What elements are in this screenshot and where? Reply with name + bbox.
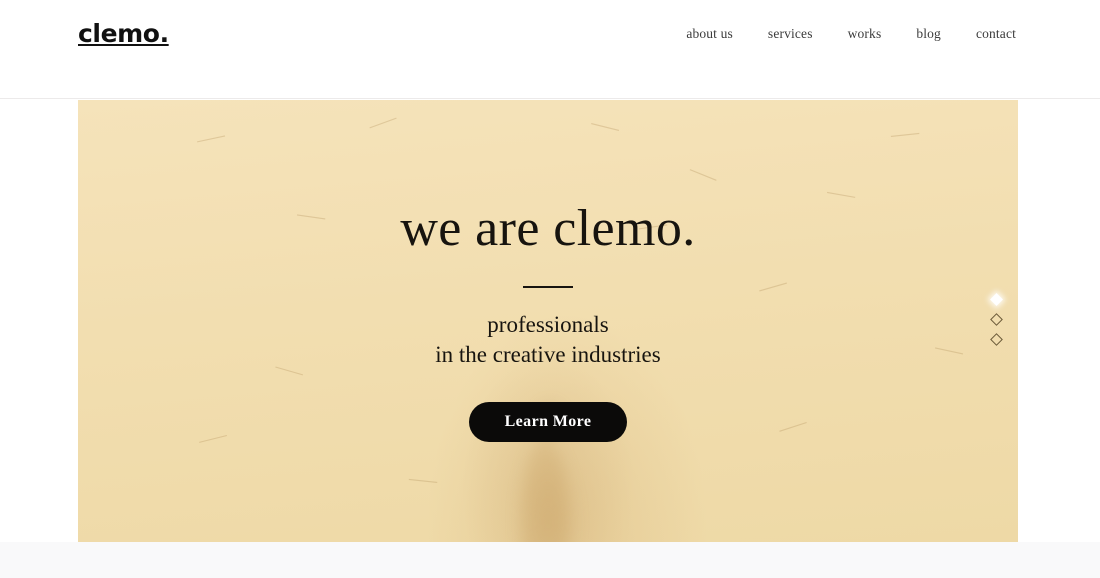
hero-section: we are clemo. professionals in the creat… — [78, 100, 1018, 542]
next-section — [0, 542, 1100, 578]
nav-item-works[interactable]: works — [848, 27, 882, 41]
nav-item-about-us[interactable]: about us — [686, 27, 733, 41]
page-root: clemo. about us services works blog cont… — [0, 0, 1100, 578]
site-header: clemo. about us services works blog cont… — [0, 0, 1100, 99]
hero-subtitle-line-2: in the creative industries — [435, 341, 661, 367]
slider-dot-2[interactable] — [990, 313, 1003, 326]
main-navigation: about us services works blog contact — [686, 27, 1016, 41]
nav-item-blog[interactable]: blog — [916, 27, 941, 41]
hero-content: we are clemo. professionals in the creat… — [78, 100, 1018, 542]
hero-title: we are clemo. — [400, 200, 696, 257]
hero-subtitle: professionals in the creative industries — [435, 310, 660, 370]
hero-subtitle-line-1: professionals — [487, 312, 609, 337]
site-logo[interactable]: clemo. — [78, 21, 169, 46]
nav-item-services[interactable]: services — [768, 27, 813, 41]
slider-dot-1[interactable] — [990, 293, 1003, 306]
slider-dot-3[interactable] — [990, 333, 1003, 346]
learn-more-button[interactable]: Learn More — [468, 401, 628, 442]
slider-pagination — [990, 293, 1003, 346]
nav-item-contact[interactable]: contact — [976, 27, 1016, 41]
hero-divider — [523, 286, 573, 288]
